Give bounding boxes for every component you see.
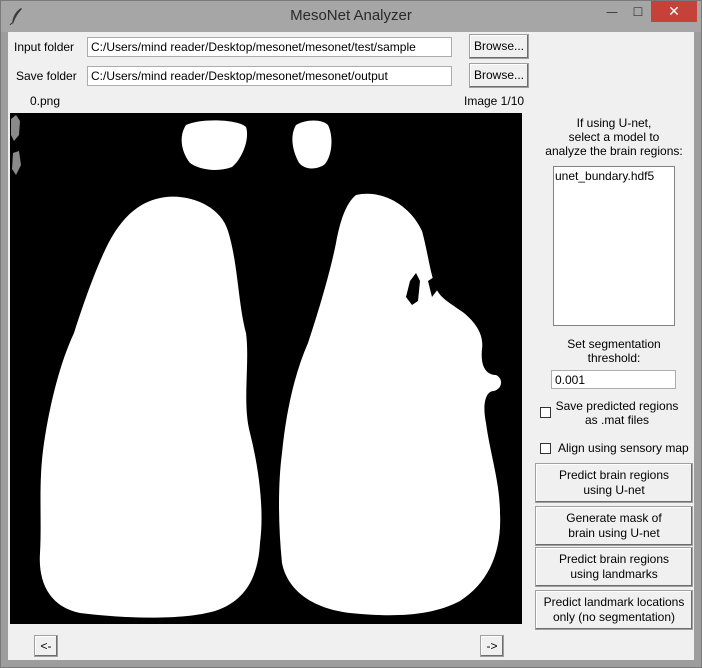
model-prompt: If using U-net, select a model to analyz… xyxy=(536,116,692,158)
model-list-item[interactable]: unet_bundary.hdf5 xyxy=(555,169,673,183)
next-image-button[interactable]: -> xyxy=(480,635,504,657)
model-listbox[interactable]: unet_bundary.hdf5 xyxy=(553,166,675,326)
image-filename: 0.png xyxy=(30,94,61,108)
input-folder-label: Input folder xyxy=(14,40,75,54)
predict-landmark-locations-button[interactable]: Predict landmark locations only (no segm… xyxy=(535,590,693,630)
button-line: Predict brain regions xyxy=(558,552,670,566)
save-mat-checkbox[interactable] xyxy=(540,407,551,418)
model-prompt-line: If using U-net, xyxy=(576,116,652,130)
save-mat-label: Save predicted regions as .mat files xyxy=(552,399,682,427)
align-sensory-checkbox[interactable] xyxy=(540,443,551,454)
save-folder-field[interactable]: C:/Users/mind reader/Desktop/mesonet/mes… xyxy=(87,66,452,86)
predict-landmarks-regions-button[interactable]: Predict brain regions using landmarks xyxy=(535,547,693,587)
threshold-input[interactable]: 0.001 xyxy=(551,370,676,389)
button-line: Generate mask of xyxy=(566,511,662,525)
save-mat-label-line: as .mat files xyxy=(584,413,650,427)
title-bar[interactable]: MesoNet Analyzer — ☐ ✕ xyxy=(1,1,701,32)
main-panel: Input folder C:/Users/mind reader/Deskto… xyxy=(8,32,694,660)
threshold-label: Set segmentation threshold: xyxy=(536,337,692,365)
brain-mask-image xyxy=(10,113,522,624)
model-prompt-line: analyze the brain regions: xyxy=(545,144,683,158)
close-button[interactable]: ✕ xyxy=(651,1,697,22)
threshold-label-line: threshold: xyxy=(587,351,641,365)
button-line: brain using U-net xyxy=(568,526,660,540)
button-line: using landmarks xyxy=(570,567,658,581)
browse-save-button[interactable]: Browse... xyxy=(469,63,529,88)
predict-unet-button[interactable]: Predict brain regions using U-net xyxy=(535,463,693,503)
save-folder-label: Save folder xyxy=(16,69,77,83)
threshold-label-line: Set segmentation xyxy=(567,337,661,351)
app-window: MesoNet Analyzer — ☐ ✕ Input folder C:/U… xyxy=(0,0,702,668)
save-mat-label-line: Save predicted regions xyxy=(555,399,679,413)
maximize-button[interactable]: ☐ xyxy=(625,1,651,22)
align-sensory-label: Align using sensory map xyxy=(558,441,689,455)
minimize-button[interactable]: — xyxy=(599,1,625,22)
button-line: Predict brain regions xyxy=(558,468,670,482)
browse-input-button[interactable]: Browse... xyxy=(469,34,529,59)
previous-image-button[interactable]: <- xyxy=(34,635,58,657)
model-prompt-line: select a model to xyxy=(568,130,660,144)
button-line: Predict landmark locations xyxy=(543,595,685,609)
image-counter: Image 1/10 xyxy=(464,94,525,108)
window-title: MesoNet Analyzer xyxy=(290,7,412,24)
button-line: using U-net xyxy=(583,483,645,497)
input-folder-field[interactable]: C:/Users/mind reader/Desktop/mesonet/mes… xyxy=(87,37,452,57)
brain-mask-shapes xyxy=(11,115,502,618)
generate-mask-button[interactable]: Generate mask of brain using U-net xyxy=(535,506,693,546)
button-line: only (no segmentation) xyxy=(552,610,676,624)
